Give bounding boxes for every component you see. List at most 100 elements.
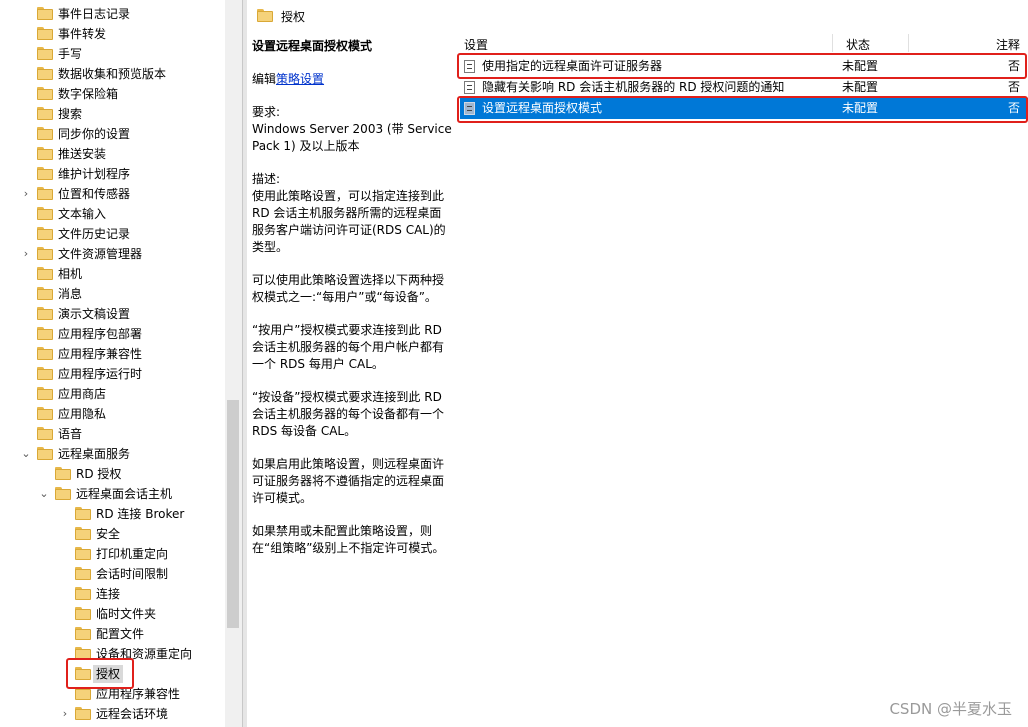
tree-item-label: 搜索 xyxy=(58,107,83,121)
tree-item[interactable]: 应用程序运行时 xyxy=(0,364,225,384)
tree-item-label: 推送安装 xyxy=(58,147,107,161)
chevron-down-icon[interactable]: ⌄ xyxy=(20,444,32,464)
tree-item[interactable]: RD 授权 xyxy=(0,464,225,484)
tree-item[interactable]: ⌄ 远程桌面会话主机 xyxy=(0,484,225,504)
chevron-right-icon[interactable]: › xyxy=(20,244,32,264)
requirements-text: Windows Server 2003 (带 Service Pack 1) 及… xyxy=(252,122,452,153)
policy-row[interactable]: 隐藏有关影响 RD 会话主机服务器的 RD 授权问题的通知 未配置 否 xyxy=(460,77,1028,98)
folder-icon xyxy=(37,127,53,140)
tree-item[interactable]: 连接 xyxy=(0,584,225,604)
policy-row-selected[interactable]: 设置远程桌面授权模式 未配置 否 xyxy=(460,98,1028,119)
tree-scrollbar-thumb[interactable] xyxy=(227,400,239,628)
tree-item[interactable]: › 位置和传感器 xyxy=(0,184,225,204)
tree-item[interactable]: 应用程序兼容性 xyxy=(0,684,225,704)
tree-item-label: 授权 xyxy=(93,665,124,683)
tree-item[interactable]: 临时文件夹 xyxy=(0,604,225,624)
chevron-down-icon[interactable]: ⌄ xyxy=(38,484,50,504)
tree-item[interactable]: 消息 xyxy=(0,284,225,304)
tree-item-label: 手写 xyxy=(58,47,83,61)
tree-item-label: 打印机重定向 xyxy=(96,547,169,561)
tree-item[interactable]: 设备和资源重定向 xyxy=(0,644,225,664)
folder-icon xyxy=(75,507,91,520)
tree-item-label: 安全 xyxy=(96,527,121,541)
tree-item-label: 应用商店 xyxy=(58,387,107,401)
column-header-setting[interactable]: 设置 xyxy=(464,36,488,53)
tree-item-label: 同步你的设置 xyxy=(58,127,131,141)
folder-icon xyxy=(75,547,91,560)
policy-setting-icon xyxy=(464,60,475,73)
folder-icon xyxy=(37,347,53,360)
tree-item-label: 临时文件夹 xyxy=(96,607,157,621)
folder-icon xyxy=(257,9,273,22)
chevron-right-icon[interactable]: › xyxy=(59,704,71,724)
folder-icon xyxy=(37,227,53,240)
policy-name: 使用指定的远程桌面许可证服务器 xyxy=(482,59,663,73)
tree-item[interactable]: 事件转发 xyxy=(0,24,225,44)
description-p2: 可以使用此策略设置选择以下两种授权模式之一:“每用户”或“每设备”。 xyxy=(252,273,445,304)
tree-item[interactable]: 文件历史记录 xyxy=(0,224,225,244)
tree-item[interactable]: 文本输入 xyxy=(0,204,225,224)
tree-item[interactable]: 语音 xyxy=(0,424,225,444)
tree-item[interactable]: 搜索 xyxy=(0,104,225,124)
folder-icon xyxy=(37,87,53,100)
chevron-right-icon[interactable]: › xyxy=(20,184,32,204)
tree-item[interactable]: 同步你的设置 xyxy=(0,124,225,144)
tree-item-label: RD 授权 xyxy=(76,467,122,481)
tree-scrollbar[interactable] xyxy=(225,0,242,727)
tree-item[interactable]: › 文件资源管理器 xyxy=(0,244,225,264)
tree-item[interactable]: 授权 xyxy=(0,664,225,684)
tree-item[interactable]: › 远程会话环境 xyxy=(0,704,225,724)
tree-item-label: 文件历史记录 xyxy=(58,227,131,241)
tree-item-label: 语音 xyxy=(58,427,83,441)
description-label: 描述: xyxy=(252,172,281,186)
tree-item[interactable]: 应用隐私 xyxy=(0,404,225,424)
folder-icon xyxy=(37,167,53,180)
tree-item[interactable]: RD 连接 Broker xyxy=(0,504,225,524)
column-separator[interactable] xyxy=(832,34,833,52)
tree-item-label: 事件转发 xyxy=(58,27,107,41)
policy-state: 未配置 xyxy=(842,80,879,94)
folder-icon xyxy=(37,427,53,440)
requirements-label: 要求: xyxy=(252,105,281,119)
tree-item[interactable]: 应用程序兼容性 xyxy=(0,344,225,364)
details-title: 授权 xyxy=(281,10,306,24)
tree-item[interactable]: 会话时间限制 xyxy=(0,564,225,584)
tree-item-label: 数据收集和预览版本 xyxy=(58,67,167,81)
tree-item[interactable]: 应用程序包部署 xyxy=(0,324,225,344)
folder-icon xyxy=(37,207,53,220)
column-header-note[interactable]: 注释 xyxy=(996,36,1020,53)
tree-item[interactable]: 维护计划程序 xyxy=(0,164,225,184)
policy-name: 设置远程桌面授权模式 xyxy=(482,101,603,115)
policy-setting-icon xyxy=(464,102,475,115)
tree-item[interactable]: 相机 xyxy=(0,264,225,284)
tree-item-label: 数字保险箱 xyxy=(58,87,119,101)
folder-icon xyxy=(37,147,53,160)
details-pane: 授权 设置远程桌面授权模式 编辑策略设置 要求: Windows Server 2… xyxy=(247,0,1028,727)
folder-icon xyxy=(37,287,53,300)
tree-item-label: 文本输入 xyxy=(58,207,107,221)
tree-item-label: RD 连接 Broker xyxy=(96,507,185,521)
tree-item-label: 消息 xyxy=(58,287,83,301)
tree-item[interactable]: 应用商店 xyxy=(0,384,225,404)
tree-item[interactable]: 手写 xyxy=(0,44,225,64)
description-body: 描述: 使用此策略设置，可以指定连接到此 RD 会话主机服务器所需的远程桌面服务客… xyxy=(252,171,452,256)
folder-icon xyxy=(37,67,53,80)
folder-icon xyxy=(37,447,53,460)
tree-item[interactable]: 事件日志记录 xyxy=(0,4,225,24)
tree-item[interactable]: 安全 xyxy=(0,524,225,544)
edit-policy-link[interactable]: 策略设置 xyxy=(276,72,324,86)
tree-item-label: 远程桌面服务 xyxy=(58,447,131,461)
tree-item[interactable]: 数字保险箱 xyxy=(0,84,225,104)
column-separator[interactable] xyxy=(908,34,909,52)
tree-item-label: 应用隐私 xyxy=(58,407,107,421)
policy-row[interactable]: 使用指定的远程桌面许可证服务器 未配置 否 xyxy=(460,56,1028,77)
folder-icon xyxy=(55,467,71,480)
column-header-state[interactable]: 状态 xyxy=(846,36,870,53)
tree-item[interactable]: 演示文稿设置 xyxy=(0,304,225,324)
tree-item[interactable]: 打印机重定向 xyxy=(0,544,225,564)
folder-icon xyxy=(37,27,53,40)
tree-item[interactable]: 配置文件 xyxy=(0,624,225,644)
tree-item[interactable]: ⌄ 远程桌面服务 xyxy=(0,444,225,464)
tree-item[interactable]: 推送安装 xyxy=(0,144,225,164)
tree-item[interactable]: 数据收集和预览版本 xyxy=(0,64,225,84)
